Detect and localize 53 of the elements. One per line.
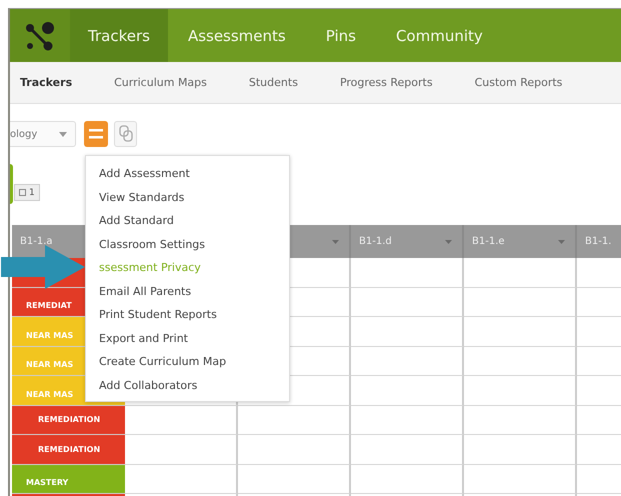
table-cell[interactable] <box>351 317 464 346</box>
table-cell[interactable] <box>351 435 464 464</box>
table-cell[interactable] <box>238 406 351 435</box>
menu-item[interactable]: Add Assessment <box>86 162 289 186</box>
menu-item[interactable]: View Standards <box>86 186 289 209</box>
nav-tab[interactable]: Pins <box>306 9 376 62</box>
column-title: B1-1.e <box>472 236 505 247</box>
table-cell[interactable] <box>125 435 238 464</box>
nav-tab[interactable]: Assessments <box>168 9 306 62</box>
sub-nav-tab[interactable]: Students <box>248 76 298 89</box>
table-cell[interactable] <box>238 435 351 464</box>
column-title: B1-1.a <box>20 236 52 247</box>
sub-nav-tab[interactable]: Custom Reports <box>474 76 562 89</box>
table-cell[interactable] <box>351 376 464 406</box>
table-cell[interactable] <box>125 464 238 494</box>
menu-button[interactable] <box>84 121 108 147</box>
column-title: B1-1. <box>585 236 612 247</box>
overlap-icon <box>118 125 132 143</box>
table-cell[interactable] <box>464 435 577 464</box>
square-icon <box>19 189 26 196</box>
table-cell[interactable] <box>351 346 464 376</box>
table-cell[interactable] <box>464 376 577 406</box>
sub-nav-tab[interactable]: Progress Reports <box>340 76 433 89</box>
table-cell[interactable] <box>464 288 577 317</box>
table-cell[interactable] <box>351 406 464 435</box>
caret-icon <box>445 240 452 244</box>
menu-icon <box>89 128 103 140</box>
table-cell[interactable] <box>238 464 351 494</box>
table-cell[interactable] <box>351 288 464 317</box>
sub-nav-tab[interactable]: Curriculum Maps <box>114 76 207 89</box>
nav-tab[interactable]: Trackers <box>70 9 168 62</box>
table-cell[interactable] <box>464 346 577 376</box>
sub-nav-tab[interactable]: Trackers <box>20 76 72 89</box>
collaborate-button[interactable] <box>114 121 137 147</box>
side-tab[interactable] <box>10 164 13 204</box>
table-cell[interactable] <box>464 406 577 435</box>
caret-icon <box>59 132 67 136</box>
table-cell[interactable] <box>125 406 238 435</box>
logo-icon[interactable] <box>10 9 70 62</box>
caret-icon <box>558 240 565 244</box>
nav-tab[interactable]: Community <box>376 9 503 62</box>
count-text: 1 <box>29 188 35 198</box>
status-cell: MASTERY <box>12 464 125 494</box>
table-cell[interactable] <box>464 317 577 346</box>
table-cell[interactable] <box>464 464 577 494</box>
table-cell[interactable] <box>351 258 464 288</box>
caret-icon <box>332 240 339 244</box>
status-cell: REMEDIATION <box>12 435 125 464</box>
table-cell[interactable] <box>464 258 577 288</box>
course-dropdown[interactable]: ology <box>10 121 76 147</box>
table-cell[interactable] <box>351 464 464 494</box>
column-title: B1-1.d <box>359 236 392 247</box>
status-cell: REMEDIATION <box>12 406 125 435</box>
